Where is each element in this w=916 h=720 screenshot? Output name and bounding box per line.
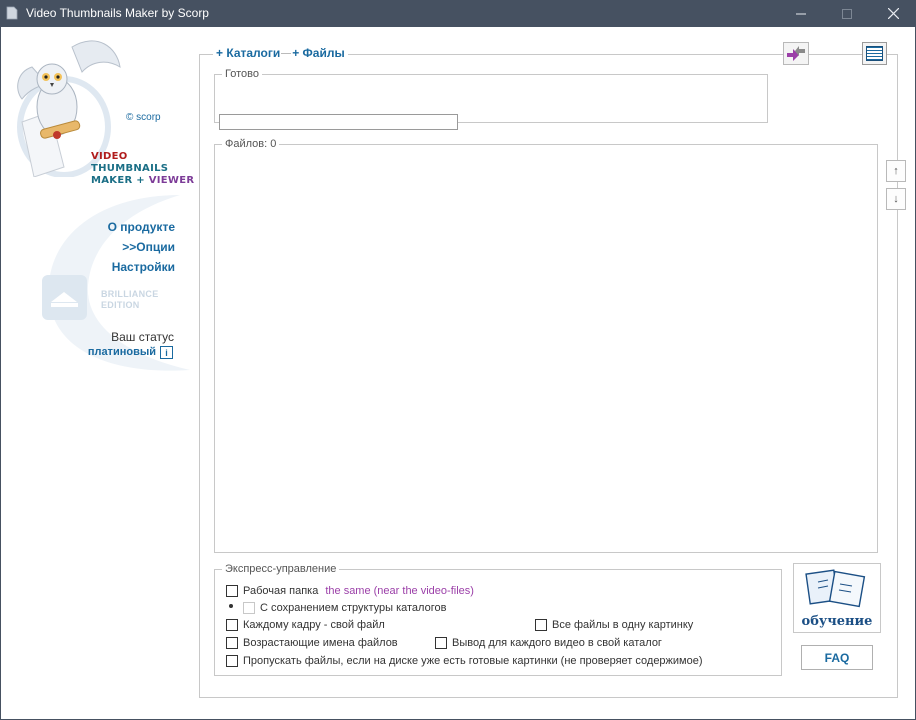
maximize-icon: [842, 8, 852, 19]
ascending-names-checkbox[interactable]: [226, 637, 238, 649]
all-in-one-checkbox[interactable]: [535, 619, 547, 631]
tab-files[interactable]: + Файлы: [292, 46, 345, 60]
progress-bar: [219, 114, 458, 130]
skip-existing-label: Пропускать файлы, если на диске уже есть…: [243, 655, 703, 667]
arrow-up-icon: ↑: [893, 165, 899, 177]
training-button[interactable]: обучение: [793, 563, 881, 633]
all-in-one-option[interactable]: Все файлы в одну картинку: [535, 619, 693, 631]
minimize-button[interactable]: [778, 0, 824, 27]
files-count-legend: Файлов: 0: [225, 138, 277, 150]
brand-line-viewer: VIEWER: [148, 175, 195, 186]
each-video-dir-label: Вывод для каждого видео в свой каталог: [452, 637, 662, 649]
all-in-one-label: Все файлы в одну картинку: [552, 619, 694, 631]
training-label: обучение: [801, 614, 873, 629]
bullet-icon: [229, 604, 233, 608]
copyright-text: © scorp: [126, 112, 161, 123]
work-folder-value-link[interactable]: the same (near the video-files): [325, 585, 474, 597]
skip-existing-checkbox[interactable]: [226, 655, 238, 667]
list-view-button[interactable]: [862, 42, 887, 65]
status-value[interactable]: платиновый: [88, 346, 156, 358]
info-icon[interactable]: i: [160, 346, 173, 359]
each-video-dir-checkbox[interactable]: [435, 637, 447, 649]
import-arrows-button[interactable]: [783, 42, 809, 65]
edition-label: BRILLIANCE EDITION: [101, 289, 159, 311]
tab-catalogs[interactable]: + Каталоги: [216, 46, 280, 60]
each-video-dir-option[interactable]: Вывод для каждого видео в свой каталог: [435, 637, 662, 649]
app-icon: [6, 6, 18, 20]
each-frame-checkbox[interactable]: [226, 619, 238, 631]
move-up-button[interactable]: ↑: [886, 160, 906, 182]
close-icon: [887, 8, 899, 19]
training-book-icon: [805, 569, 866, 608]
arrows-exchange-icon: [787, 46, 805, 61]
window-title: Video Thumbnails Maker by Scorp: [26, 6, 209, 20]
nav-options[interactable]: >>Опции: [122, 240, 175, 254]
keep-structure-option[interactable]: С сохранением структуры каталогов: [243, 602, 446, 614]
arrow-down-icon: ↓: [893, 193, 899, 205]
express-legend: Экспресс-управление: [225, 563, 337, 575]
edition-line-2: EDITION: [101, 300, 140, 310]
brand-line-video: VIDEO: [91, 151, 128, 162]
brand-line-thumbnails: THUMBNAILS: [91, 163, 169, 174]
ready-legend: Готово: [225, 68, 259, 80]
close-button[interactable]: [870, 0, 916, 27]
ascending-names-option[interactable]: Возрастающие имена файлов: [226, 637, 398, 649]
faq-button[interactable]: FAQ: [801, 645, 873, 670]
nav-about-product[interactable]: О продукте: [108, 220, 175, 234]
files-list[interactable]: Файлов: 0: [214, 138, 878, 553]
minimize-icon: [796, 13, 806, 14]
skip-existing-option[interactable]: Пропускать файлы, если на диске уже есть…: [226, 655, 703, 667]
status-label: Ваш статус: [111, 330, 174, 344]
title-bar: Video Thumbnails Maker by Scorp: [0, 0, 916, 27]
brand-line-maker: MAKER: [91, 175, 133, 186]
keep-structure-checkbox[interactable]: [243, 602, 255, 614]
work-folder-checkbox[interactable]: [226, 585, 238, 597]
brilliance-edition-icon: [42, 275, 87, 320]
move-down-button[interactable]: ↓: [886, 188, 906, 210]
list-icon: [866, 46, 883, 61]
edition-line-1: BRILLIANCE: [101, 289, 159, 299]
brand-plus: +: [132, 175, 149, 186]
ascending-names-label: Возрастающие имена файлов: [243, 637, 398, 649]
source-tabs: + Каталоги + Файлы: [213, 46, 348, 60]
nav-settings[interactable]: Настройки: [112, 260, 175, 274]
maximize-button[interactable]: [824, 0, 870, 27]
each-frame-label: Каждому кадру - свой файл: [243, 619, 385, 631]
work-folder-option[interactable]: Рабочая папка the same (near the video-f…: [226, 585, 474, 597]
product-brand: VIDEO THUMBNAILS MAKER + VIEWER: [91, 151, 194, 187]
each-frame-option[interactable]: Каждому кадру - свой файл: [226, 619, 385, 631]
work-folder-label: Рабочая папка: [243, 585, 319, 597]
keep-structure-label: С сохранением структуры каталогов: [260, 602, 447, 614]
